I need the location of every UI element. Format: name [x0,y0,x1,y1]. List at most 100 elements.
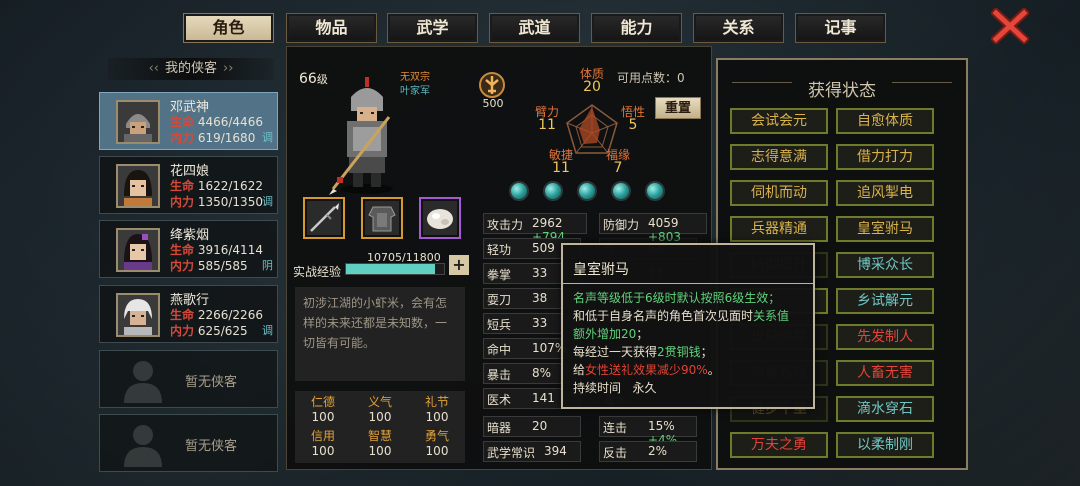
sect-title: 无双宗 [400,72,430,83]
hero-card[interactable]: 花四娘 生命 1622/1622 内力 1350/1350 调 [99,156,278,214]
virtue-name: 礼节 [424,395,449,409]
virtue-item: 信用 100 [295,429,351,459]
tab-martial-arts[interactable]: 武学 [387,13,478,43]
avatar [116,164,160,208]
status-item[interactable]: 先发制人 [836,324,934,350]
tooltip-text: 给 [573,363,586,377]
tooltip-text: 和低于自身名声的角色首次见面时 [573,309,754,323]
tab-wudao[interactable]: 武道 [489,13,580,43]
orb-icon[interactable] [611,181,631,201]
stat-value: 33 [532,266,548,280]
stat-name: 连击 [603,421,628,435]
status-item[interactable]: 万夫之勇 [730,432,828,458]
stat-name: 拳掌 [487,268,512,282]
stat-name: 防御力 [603,218,640,232]
empty-hero-slot[interactable]: 暂无侠客 [99,414,278,472]
stat-name: 攻击力 [487,218,524,232]
virtue-value: 100 [368,410,392,424]
tooltip-text: ； [636,327,649,341]
tab-bar: 角色 物品 武学 武道 能力 关系 记事 [183,13,886,45]
stat-name: 短兵 [487,318,512,332]
chevron-left-icon[interactable]: ‹‹ [149,61,159,76]
roster-title: 我的侠客 [164,61,217,76]
available-points: 可用点数：0 [617,69,685,86]
virtue-name: 智慧 [367,429,392,443]
hp-value: 4466/4466 [197,115,263,129]
hero-tag: 阴 [262,259,273,272]
stat-base: 4059 [648,216,679,230]
orb-icon[interactable] [645,181,665,201]
hero-tag: 调 [262,324,273,337]
mp-value: 1350/1350 [197,195,263,209]
status-item[interactable]: 皇室驸马 [836,216,934,242]
status-title: 获得状态 [808,81,876,101]
tooltip-highlight: 关系值 [753,309,790,323]
tooltip-line: 名声等级低于6级时默认按照6级生效； [573,291,781,305]
stat-value: 141 [532,391,555,405]
avatar [116,100,160,144]
mp-value: 585/585 [197,259,248,273]
virtue-item: 义气 100 [352,395,408,425]
armor-slot[interactable] [361,197,403,239]
chevron-right-icon[interactable]: ›› [223,61,233,76]
status-item[interactable]: 伺机而动 [730,180,828,206]
hero-card[interactable]: 绛紫烟 生命 3916/4114 内力 585/585 阴 [99,220,278,278]
hero-card[interactable]: 邓武神 生命 4466/4466 内力 619/1680 调 [99,92,278,150]
status-item[interactable]: 自愈体质 [836,108,934,134]
stat-value: 2% [648,444,668,458]
tab-abilities[interactable]: 能力 [591,13,682,43]
empty-slot-label: 暂无侠客 [185,439,238,454]
stat-name: 医术 [487,393,512,407]
status-item[interactable]: 以柔制刚 [836,432,934,458]
hp-label: 生命 [170,179,195,193]
character-sprite [327,77,407,197]
status-item[interactable]: 博采众长 [836,252,934,278]
virtue-item: 勇气 100 [409,429,465,459]
close-icon[interactable] [989,6,1031,46]
silhouette-icon [124,361,162,403]
tab-relations[interactable]: 关系 [693,13,784,43]
status-item[interactable]: 追风掣电 [836,180,934,206]
weapon-slot[interactable] [303,197,345,239]
status-item[interactable]: 人畜无害 [836,360,934,386]
status-item[interactable]: 兵器精通 [730,216,828,242]
status-item[interactable]: 志得意满 [730,144,828,170]
hero-mp: 内力 1350/1350 [170,193,263,210]
add-exp-button[interactable]: + [449,255,469,275]
reset-button[interactable]: 重置 [655,97,701,119]
virtue-name: 信用 [310,429,335,443]
hero-mp: 内力 585/585 [170,257,248,274]
status-item[interactable]: 滴水穿石 [836,396,934,422]
stat-martial-knowledge: 武学常识 394 [483,441,581,462]
status-item[interactable]: 乡试解元 [836,288,934,314]
stat-base: 2962 [532,216,563,230]
tab-journal[interactable]: 记事 [795,13,886,43]
duration-label: 持续时间 [573,381,622,395]
virtue-value: 100 [311,410,335,424]
hp-value: 1622/1622 [197,179,263,193]
status-item[interactable]: 会试会元 [730,108,828,134]
orb-icon[interactable] [543,181,563,201]
tooltip-text: 。 [707,363,720,377]
attr-constitution: 体质 20 [572,68,612,95]
tooltip-line: 每经过一天获得2贯铜钱； [573,343,811,361]
empty-hero-slot[interactable]: 暂无侠客 [99,350,278,408]
mp-value: 625/625 [197,324,248,338]
tooltip-text: 每经过一天获得 [573,345,658,359]
armor-icon [368,206,396,232]
status-item[interactable]: 借力打力 [836,144,934,170]
level-number: 66 [299,71,317,87]
stat-name: 轻功 [487,243,512,257]
orb-icon[interactable] [509,181,529,201]
tab-items[interactable]: 物品 [286,13,377,43]
stat-value: 38 [532,291,548,305]
status-tooltip: 皇室驸马 名声等级低于6级时默认按照6级生效； 和低于自身名声的角色首次见面时关… [561,243,815,409]
stat-counter: 反击 2% [599,441,697,462]
attr-value: 11 [538,117,556,133]
orb-icon[interactable] [577,181,597,201]
roster-header: ‹‹ 我的侠客 ›› [108,58,274,80]
hero-card[interactable]: 燕歌行 生命 2266/2266 内力 625/625 调 [99,285,278,343]
attr-value: 20 [583,79,601,95]
tab-character[interactable]: 角色 [183,13,274,43]
accessory-slot[interactable] [419,197,461,239]
